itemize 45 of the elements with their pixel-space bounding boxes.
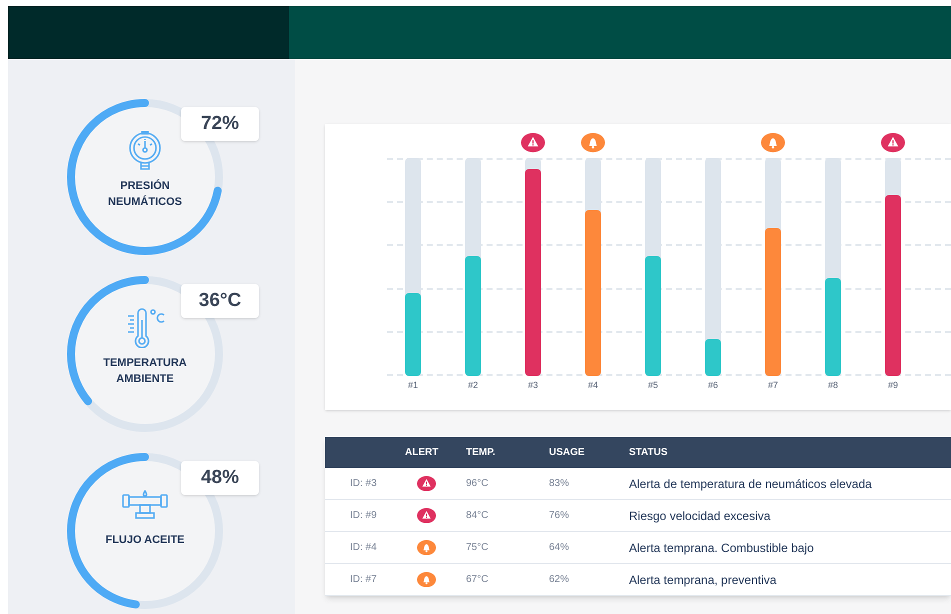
bar-label: #9	[888, 379, 898, 392]
column-header: TEMP.	[466, 447, 496, 458]
gauge-value: 72%	[181, 107, 259, 141]
id-cell: ID: #7	[350, 574, 377, 585]
status-cell: Alerta temprana, preventiva	[629, 572, 776, 586]
pressure-gauge-icon	[127, 131, 163, 171]
gauge-label: FLUJO ACEITE	[104, 533, 186, 548]
pipe-icon	[121, 490, 169, 520]
gauge-label: TEMPERATURA AMBIENTE	[102, 356, 188, 387]
id-cell: ID: #3	[350, 478, 377, 489]
warning-icon	[521, 133, 545, 153]
warning-icon	[417, 476, 436, 492]
column-header: STATUS	[629, 447, 668, 458]
temp-cell: 96°C	[466, 478, 488, 489]
bar-label: #5	[648, 379, 658, 392]
bell-icon	[417, 572, 436, 588]
bar-label: #6	[708, 379, 718, 392]
status-cell: Riesgo velocidad excesiva	[629, 508, 770, 522]
id-cell: ID: #4	[350, 542, 377, 553]
temp-cell: 84°C	[466, 510, 488, 521]
temp-cell: 75°C	[466, 542, 488, 553]
gauge-value: 48%	[181, 461, 259, 495]
bar-label: #1	[408, 379, 418, 392]
bar-label: #7	[768, 379, 778, 392]
status-cell: Alerta de temperatura de neumáticos elevada	[629, 476, 872, 490]
usage-cell: 76%	[549, 510, 570, 521]
id-cell: ID: #9	[350, 510, 377, 521]
column-header: ALERT	[405, 447, 438, 458]
temp-cell: 67°C	[466, 574, 488, 585]
bar-label: #4	[588, 379, 598, 392]
column-header: USAGE	[549, 447, 585, 458]
bar-label: #8	[828, 379, 838, 392]
bar-label: #2	[468, 379, 478, 392]
status-cell: Alerta temprana. Combustible bajo	[629, 540, 814, 554]
gauge-label: PRESIÓN NEUMÁTICOS	[107, 178, 183, 210]
bar-label: #3	[528, 379, 538, 392]
bell-icon	[417, 540, 436, 556]
bell-icon	[581, 133, 605, 153]
usage-cell: 83%	[549, 478, 570, 489]
usage-cell: 62%	[549, 574, 570, 585]
usage-cell: 64%	[549, 542, 570, 553]
gauge-value: 36°C	[181, 284, 259, 318]
warning-icon	[417, 508, 436, 524]
bell-icon	[761, 133, 785, 153]
warning-icon	[881, 133, 905, 153]
